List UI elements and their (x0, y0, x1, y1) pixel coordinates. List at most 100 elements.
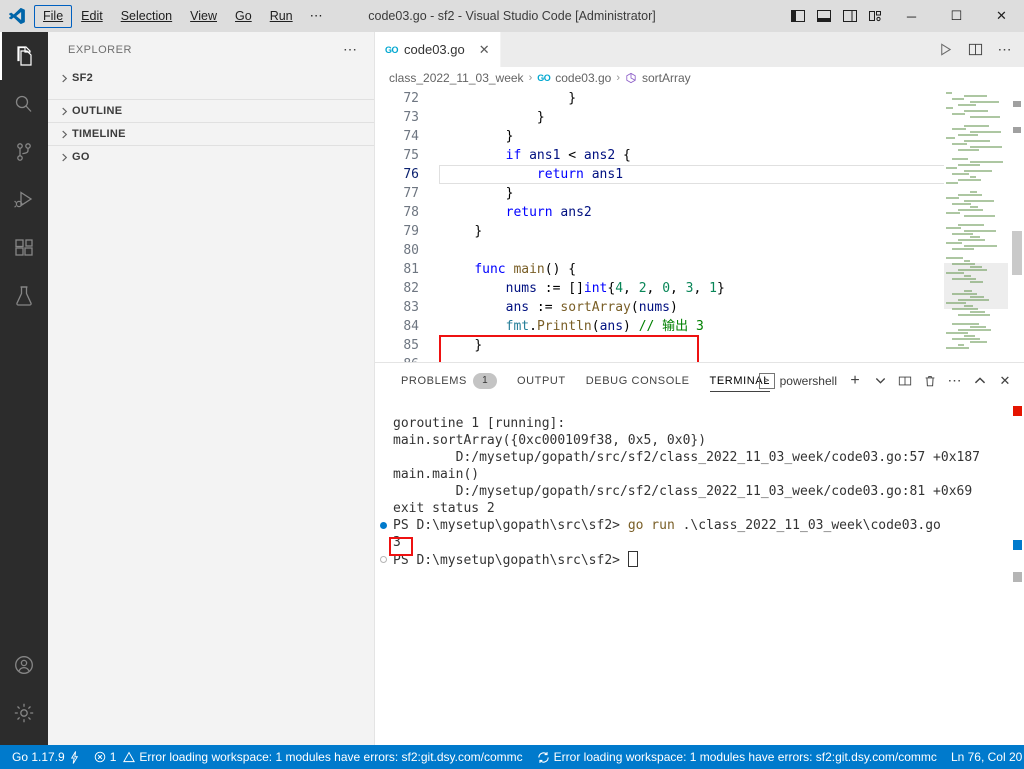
minimap[interactable] (944, 89, 1008, 362)
status-go-version[interactable]: Go 1.17.9 (0, 745, 87, 769)
tab-output[interactable]: OUTPUT (507, 363, 576, 398)
code-line[interactable]: 80 (375, 241, 725, 260)
chevron-down-icon[interactable] (869, 370, 891, 392)
minimap-line (970, 266, 982, 268)
breadcrumb-file[interactable]: code03.go (555, 71, 611, 85)
minimap-line (958, 344, 964, 346)
activity-testing[interactable] (0, 272, 48, 320)
split-editor-right-icon[interactable] (962, 37, 988, 63)
sidebar-section-timeline[interactable]: TIMELINE (48, 122, 374, 145)
code-line[interactable]: 82 nums := []int{4, 2, 0, 3, 1} (375, 279, 724, 298)
status-editor-position[interactable]: Ln 76, Col 20 (944, 745, 1024, 769)
code-line[interactable]: 72 } (375, 89, 725, 108)
code-line[interactable]: 86 (375, 355, 725, 362)
terminal-output[interactable]: goroutine 1 [running]: main.sortArray({0x… (375, 398, 1024, 746)
activity-accounts[interactable] (0, 641, 48, 689)
kill-terminal-icon[interactable] (919, 370, 941, 392)
editor-scrollbar-thumb[interactable] (1012, 231, 1022, 275)
sidebar-section-sf2[interactable]: SF2 (48, 67, 374, 89)
code-line[interactable]: 74 } (375, 127, 725, 146)
code-line[interactable]: 76 return ans1 (375, 165, 725, 184)
terminal-line: 3 (375, 534, 1024, 551)
code-token: } (505, 186, 514, 201)
menu-selection[interactable]: Selection (112, 5, 181, 28)
chevron-right-icon (56, 126, 72, 142)
activity-source-control[interactable] (0, 128, 48, 176)
menu-go[interactable]: Go (226, 5, 261, 28)
editor-more-actions-icon[interactable]: ⋯ (992, 37, 1018, 63)
code-line[interactable]: 73 } (375, 108, 725, 127)
sidebar-section-go[interactable]: GO (48, 145, 374, 168)
terminal-line: main.main() (375, 466, 1024, 483)
menu-run[interactable]: Run (261, 5, 302, 28)
breadcrumb-symbol[interactable]: sortArray (642, 71, 691, 85)
editor-scrollbar[interactable] (1010, 89, 1024, 362)
tab-code03-go[interactable]: GO code03.go ✕ (375, 32, 501, 67)
window-minimize-button[interactable]: ─ (889, 0, 934, 32)
window-maximize-button[interactable]: ☐ (934, 0, 979, 32)
activity-extensions[interactable] (0, 224, 48, 272)
code-line[interactable]: 83 ans := sortArray(nums) (375, 298, 725, 317)
tab-debug-console[interactable]: DEBUG CONSOLE (576, 363, 700, 398)
code-line[interactable]: 77 } (375, 184, 725, 203)
panel-more-actions-icon[interactable]: ⋯ (944, 370, 966, 392)
terminal-command-decoration-icon[interactable] (380, 522, 387, 529)
menu-edit[interactable]: Edit (72, 5, 112, 28)
window-close-button[interactable]: ✕ (979, 0, 1024, 32)
code-editor[interactable]: 72 } 73 } 74 } 75 if ans1 < ans2 {76 return… (375, 89, 1024, 362)
line-number: 80 (403, 243, 419, 258)
tab-close-icon[interactable]: ✕ (479, 42, 490, 58)
line-number: 82 (403, 281, 419, 296)
run-code-icon[interactable] (932, 37, 958, 63)
minimap-line (970, 281, 983, 283)
activity-explorer[interactable] (0, 32, 48, 80)
terminal-command-decoration-icon[interactable] (380, 556, 387, 563)
customize-layout-icon[interactable] (863, 0, 889, 32)
menu-more[interactable]: ⋯ (302, 8, 332, 24)
status-problems[interactable]: 1 Error loading workspace: 1 modules hav… (87, 745, 530, 769)
vscode-logo-icon (0, 0, 34, 32)
split-terminal-icon[interactable] (894, 370, 916, 392)
tab-problems[interactable]: PROBLEMS 1 (391, 363, 507, 398)
line-number: 81 (403, 262, 419, 277)
code-text: fmt.Println(ans) // 输出 3 (439, 317, 704, 336)
panel-actions: > powershell + ⋯ ✕ (755, 363, 1016, 398)
code-text: ans := sortArray(nums) (439, 298, 678, 317)
code-line[interactable]: 75 if ans1 < ans2 { (375, 146, 725, 165)
activity-search[interactable] (0, 80, 48, 128)
code-line[interactable]: 79 } (375, 222, 725, 241)
minimap-line (952, 293, 977, 295)
maximize-panel-icon[interactable] (969, 370, 991, 392)
menu-view[interactable]: View (181, 5, 226, 28)
terminal-line: D:/mysetup/gopath/src/sf2/class_2022_11_… (375, 483, 1024, 500)
code-line[interactable]: 85 } (375, 336, 725, 355)
minimap-line (958, 224, 984, 226)
sidebar-more-actions[interactable]: ⋯ (343, 41, 358, 58)
line-number: 77 (403, 186, 419, 201)
sidebar-section-outline[interactable]: OUTLINE (48, 99, 374, 122)
minimap-line (952, 203, 971, 205)
menu-selection-label: Selection (120, 8, 173, 23)
terminal-scrollbar[interactable] (1010, 398, 1024, 746)
code-line[interactable]: 78 return ans2 (375, 203, 725, 222)
activity-run-and-debug[interactable] (0, 176, 48, 224)
new-terminal-icon[interactable]: + (844, 370, 866, 392)
breadcrumb-folder[interactable]: class_2022_11_03_week (389, 71, 524, 85)
code-token: < (560, 148, 584, 163)
toggle-secondary-sidebar-icon[interactable] (837, 0, 863, 32)
close-panel-icon[interactable]: ✕ (994, 370, 1016, 392)
code-text: } (439, 184, 514, 203)
code-line[interactable]: 81 func main() { (375, 260, 725, 279)
activity-manage-settings[interactable] (0, 689, 48, 737)
menu-file[interactable]: File (34, 4, 73, 28)
terminal-shell-selector[interactable]: > powershell (755, 372, 841, 389)
toggle-primary-sidebar-icon[interactable] (785, 0, 811, 32)
code-line[interactable]: 84 fmt.Println(ans) // 输出 3 (375, 317, 725, 336)
line-number: 72 (403, 91, 419, 106)
toggle-panel-icon[interactable] (811, 0, 837, 32)
minimap-line (952, 278, 976, 280)
status-workspace-error[interactable]: Error loading workspace: 1 modules have … (530, 745, 944, 769)
